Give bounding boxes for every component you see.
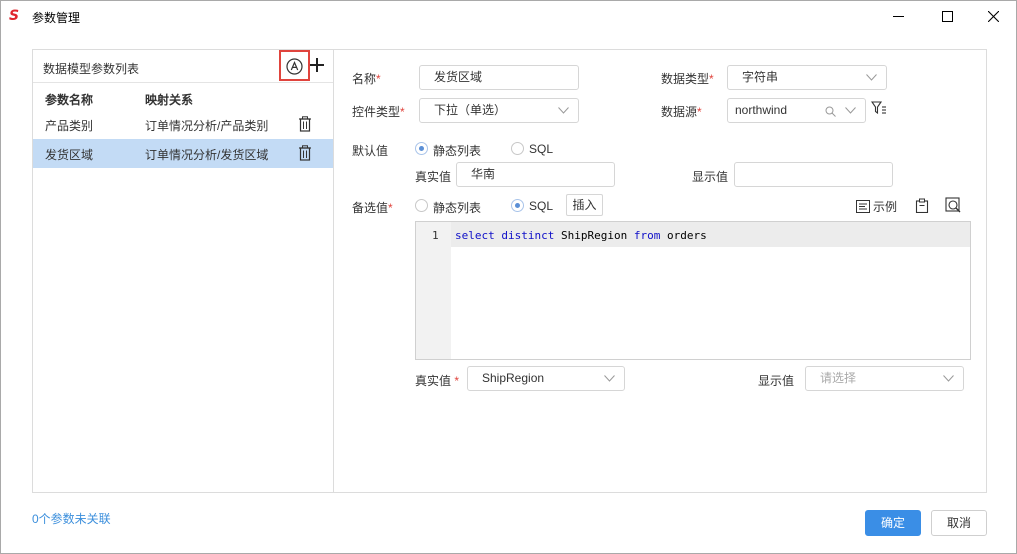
chevron-down-icon: [866, 74, 877, 81]
filter-settings-icon[interactable]: [871, 100, 887, 116]
row-param-name: 产品类别: [45, 119, 94, 133]
title-bar: S 参数管理: [1, 1, 1016, 32]
trash-icon[interactable]: [298, 116, 312, 132]
default-sql-radio[interactable]: [511, 142, 524, 155]
example-button[interactable]: 示例: [856, 198, 897, 214]
minimize-button[interactable]: [875, 1, 921, 32]
close-button[interactable]: [970, 1, 1016, 32]
maximize-button[interactable]: [924, 1, 970, 32]
default-value-label: 默认值: [352, 144, 389, 158]
parameter-list-title: 数据模型参数列表: [43, 62, 140, 76]
data-type-label: 数据类型*: [661, 72, 714, 86]
editor-gutter: [416, 222, 451, 359]
search-icon: [825, 106, 836, 117]
chevron-down-icon: [558, 107, 569, 114]
name-label: 名称*: [352, 72, 381, 86]
plus-icon[interactable]: [309, 57, 325, 73]
app-logo-icon: S: [9, 8, 20, 24]
chevron-down-icon: [604, 375, 615, 382]
chevron-down-icon: [943, 375, 954, 382]
sql-table: orders: [666, 229, 707, 242]
data-type-select[interactable]: 字符串: [727, 65, 887, 90]
candidate-display-placeholder: 请选择: [820, 371, 857, 385]
default-display-value-label: 显示值: [692, 170, 729, 184]
unlinked-params-link[interactable]: 0个参数未关联: [32, 510, 111, 527]
chevron-down-icon: [845, 107, 856, 114]
close-icon: [987, 11, 999, 22]
insert-button[interactable]: 插入: [566, 194, 603, 216]
control-type-label: 控件类型*: [352, 105, 405, 119]
row-mapping: 订单情况分析/发货区域: [145, 148, 269, 162]
candidate-static-list-label: 静态列表: [433, 201, 482, 215]
window-title: 参数管理: [32, 11, 81, 25]
sql-editor[interactable]: 1 select distinct ShipRegion from orders: [415, 221, 971, 360]
maximize-icon: [941, 11, 953, 22]
candidate-real-value-select[interactable]: ShipRegion: [467, 366, 625, 391]
candidate-real-value: ShipRegion: [482, 371, 545, 385]
data-source-value: northwind: [735, 103, 788, 117]
trash-icon[interactable]: [298, 145, 312, 161]
line-number: 1: [432, 229, 439, 242]
candidate-value-label: 备选值*: [352, 201, 393, 215]
default-real-value-label: 真实值: [415, 170, 452, 184]
table-row-selected[interactable]: 发货区域 订单情况分析/发货区域: [33, 139, 333, 168]
column-header-mapping: 映射关系: [145, 93, 194, 107]
default-static-list-label: 静态列表: [433, 144, 482, 158]
default-real-value-input[interactable]: 华南: [456, 162, 615, 187]
candidate-static-list-radio[interactable]: [415, 199, 428, 212]
sql-keyword: select: [455, 229, 495, 242]
column-header-name: 参数名称: [45, 93, 94, 107]
list-header-divider: [33, 82, 333, 83]
default-display-value-input[interactable]: [734, 162, 893, 187]
document-list-icon: [856, 199, 870, 213]
candidate-sql-radio[interactable]: [511, 199, 524, 212]
row-param-name: 发货区域: [45, 148, 94, 162]
control-type-value: 下拉（单选）: [434, 103, 507, 117]
minimize-icon: [892, 16, 904, 17]
sql-field: ShipRegion: [560, 229, 628, 242]
circle-a-icon[interactable]: [286, 58, 303, 75]
parameter-list-panel: 数据模型参数列表 参数名称 映射关系 产品类别 订单情况分析/产品类别 发货区域…: [33, 50, 334, 492]
default-static-list-radio[interactable]: [415, 142, 428, 155]
ok-button[interactable]: 确定: [865, 510, 921, 536]
sql-keyword: from: [633, 229, 661, 242]
row-mapping: 订单情况分析/产品类别: [145, 119, 269, 133]
name-input[interactable]: 发货区域: [419, 65, 579, 90]
candidate-sql-label: SQL: [529, 199, 554, 213]
data-type-value: 字符串: [742, 70, 779, 84]
preview-search-icon[interactable]: [945, 197, 961, 213]
candidate-real-value-label: 真实值 *: [415, 374, 460, 388]
candidate-display-value-select[interactable]: 请选择: [805, 366, 964, 391]
default-sql-label: SQL: [529, 142, 554, 156]
data-source-select[interactable]: northwind: [727, 98, 866, 123]
candidate-display-value-label: 显示值: [758, 374, 795, 388]
parameter-manager-dialog: S 参数管理 数据模型参数列表 参数名称 映射关系 产品类别 订单情况分析/产品…: [0, 0, 1017, 554]
table-row[interactable]: 产品类别 订单情况分析/产品类别: [33, 110, 333, 139]
control-type-select[interactable]: 下拉（单选）: [419, 98, 579, 123]
example-label: 示例: [873, 199, 898, 214]
parameter-detail-panel: 名称* 发货区域 数据类型* 字符串 控件类型* 下拉（单选） 数据源* nor…: [335, 50, 987, 492]
sql-code-line: select distinct ShipRegion from orders: [455, 229, 707, 242]
sql-keyword: distinct: [501, 229, 555, 242]
clipboard-icon[interactable]: [915, 198, 929, 213]
cancel-button[interactable]: 取消: [931, 510, 987, 536]
main-content-frame: 数据模型参数列表 参数名称 映射关系 产品类别 订单情况分析/产品类别 发货区域…: [32, 49, 987, 493]
data-source-label: 数据源*: [661, 105, 702, 119]
